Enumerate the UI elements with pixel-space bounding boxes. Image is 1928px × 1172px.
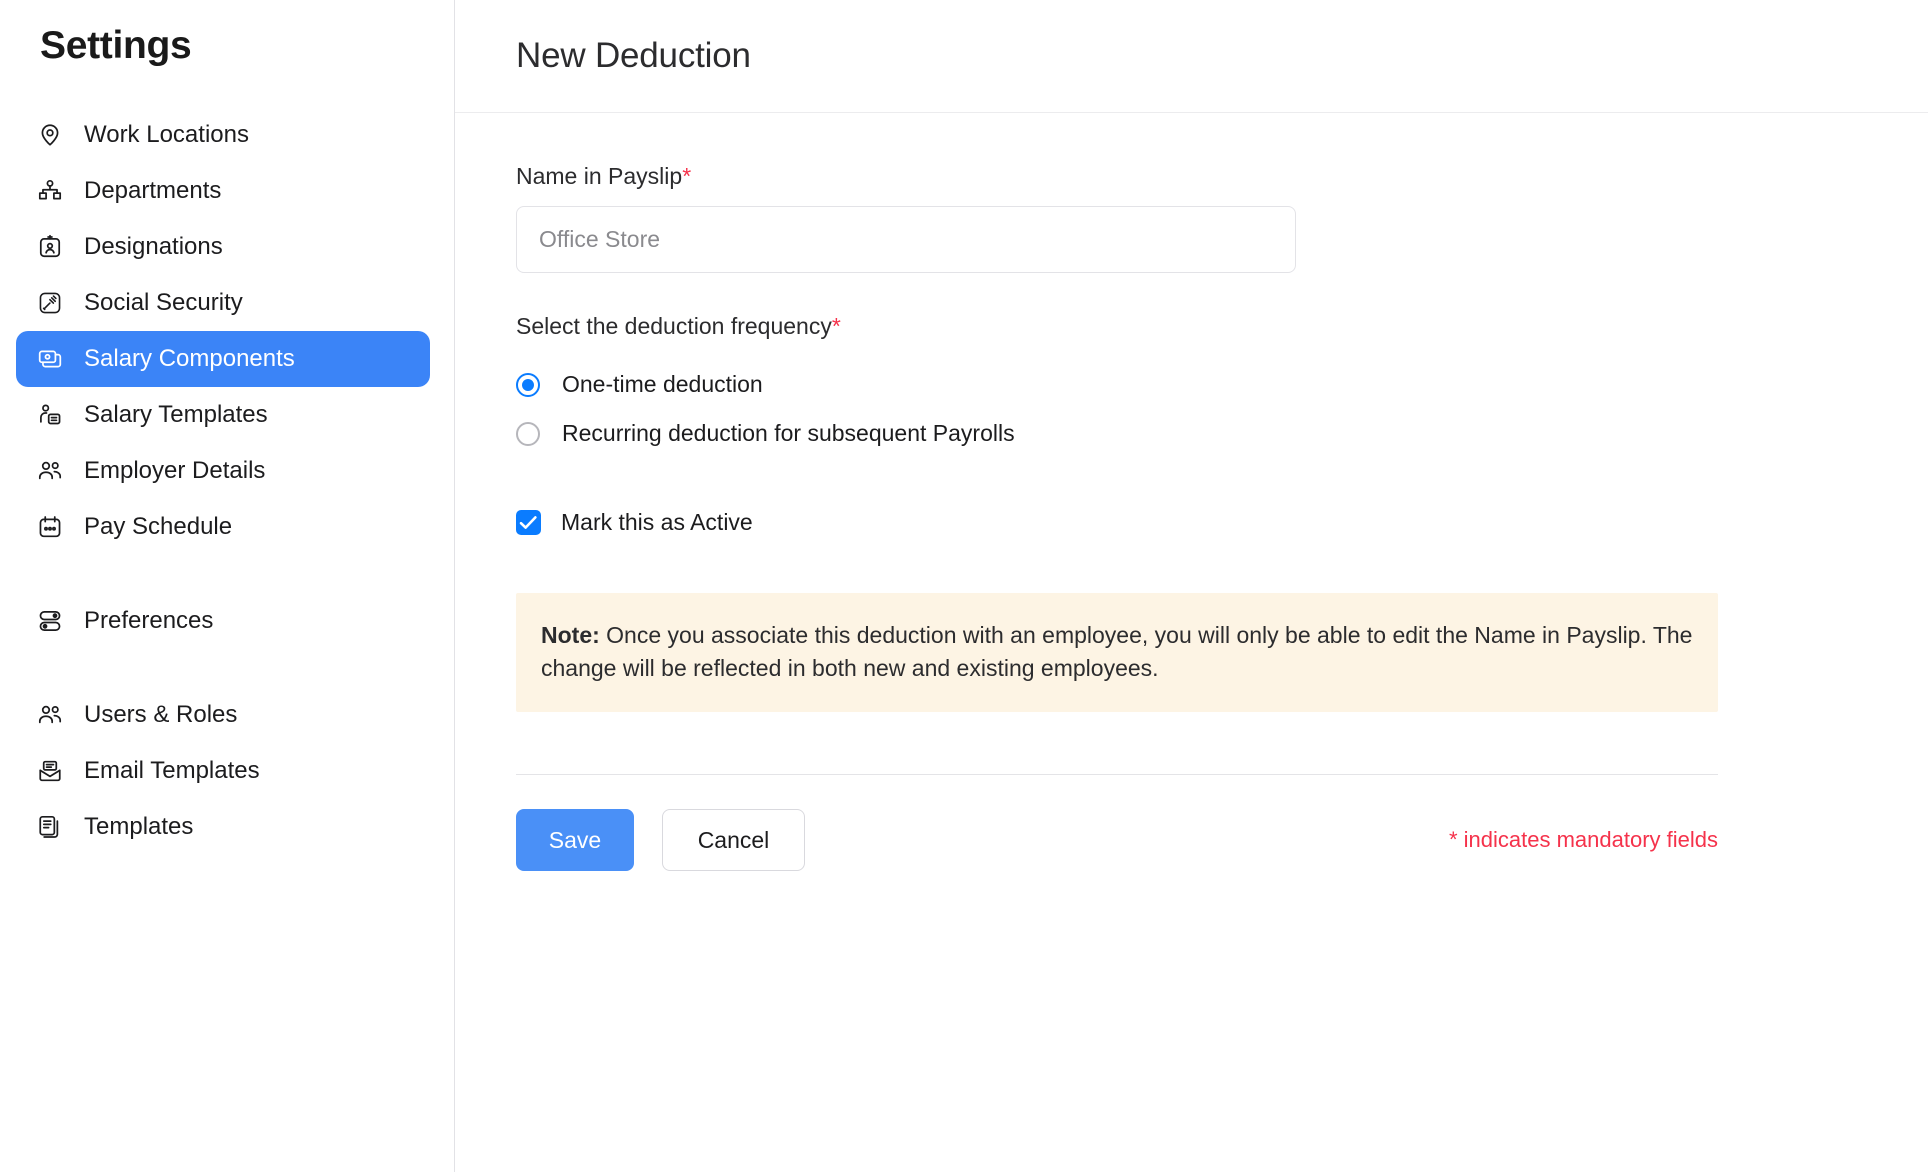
sidebar-item-label: Pay Schedule bbox=[84, 513, 233, 540]
sidebar-item-users-roles[interactable]: Users & Roles bbox=[16, 687, 430, 743]
check-icon bbox=[519, 516, 537, 529]
gavel-icon bbox=[36, 289, 64, 317]
checkbox-indicator-checked[interactable] bbox=[516, 510, 541, 535]
open-envelope-icon bbox=[36, 757, 64, 785]
sidebar-item-label: Employer Details bbox=[84, 457, 266, 484]
sidebar-item-pay-schedule[interactable]: Pay Schedule bbox=[16, 499, 430, 555]
id-badge-icon bbox=[36, 233, 64, 261]
sidebar-item-label: Departments bbox=[84, 177, 222, 204]
sidebar-item-email-templates[interactable]: Email Templates bbox=[16, 743, 430, 799]
radio-one-time-deduction[interactable]: One-time deduction bbox=[516, 364, 1928, 405]
deduction-frequency-label-text: Select the deduction frequency bbox=[516, 313, 832, 339]
actions-divider bbox=[516, 774, 1718, 776]
sidebar-group-separator-2 bbox=[16, 649, 430, 687]
sidebar-item-label: Preferences bbox=[84, 607, 214, 634]
new-deduction-form: Name in Payslip* Select the deduction fr… bbox=[455, 113, 1928, 872]
radio-recurring-deduction[interactable]: Recurring deduction for subsequent Payro… bbox=[516, 413, 1928, 454]
required-asterisk: * bbox=[831, 313, 841, 339]
sidebar-item-label: Users & Roles bbox=[84, 701, 238, 728]
users-icon bbox=[36, 457, 64, 485]
sidebar-item-label: Salary Templates bbox=[84, 401, 268, 428]
checkbox-mark-as-active[interactable]: Mark this as Active bbox=[516, 502, 1928, 543]
settings-page: Settings Work Locations Departments Desi… bbox=[0, 0, 1928, 1172]
radio-label: One-time deduction bbox=[562, 371, 763, 397]
cancel-button[interactable]: Cancel bbox=[662, 809, 805, 872]
deduction-frequency-label: Select the deduction frequency* bbox=[516, 313, 841, 340]
sidebar-item-preferences[interactable]: Preferences bbox=[16, 593, 430, 649]
name-in-payslip-input[interactable] bbox=[516, 206, 1296, 273]
radio-label: Recurring deduction for subsequent Payro… bbox=[562, 420, 1015, 446]
org-chart-icon bbox=[36, 177, 64, 205]
sidebar-item-label: Salary Components bbox=[84, 345, 295, 372]
note-banner: Note: Once you associate this deduction … bbox=[516, 593, 1718, 713]
sidebar-item-work-locations[interactable]: Work Locations bbox=[16, 107, 430, 163]
page-header: New Deduction bbox=[455, 0, 1928, 113]
sidebar-item-label: Templates bbox=[84, 813, 194, 840]
main-content: New Deduction Name in Payslip* Select th… bbox=[455, 0, 1928, 1172]
name-in-payslip-label: Name in Payslip* bbox=[516, 163, 691, 190]
sidebar-group-separator bbox=[16, 555, 430, 593]
note-body: Once you associate this deduction with a… bbox=[541, 622, 1693, 681]
page-title: New Deduction bbox=[516, 36, 751, 75]
map-pin-icon bbox=[36, 121, 64, 149]
required-asterisk: * bbox=[682, 163, 692, 189]
toggles-icon bbox=[36, 607, 64, 635]
settings-sidebar: Settings Work Locations Departments Desi… bbox=[0, 0, 455, 1172]
name-in-payslip-label-text: Name in Payslip bbox=[516, 163, 683, 189]
sidebar-item-templates[interactable]: Templates bbox=[16, 799, 430, 855]
checkbox-label: Mark this as Active bbox=[561, 509, 753, 535]
radio-indicator-unselected[interactable] bbox=[516, 421, 540, 446]
mandatory-fields-note: * indicates mandatory fields bbox=[1448, 827, 1718, 853]
sidebar-item-salary-templates[interactable]: Salary Templates bbox=[16, 387, 430, 443]
save-button[interactable]: Save bbox=[516, 809, 634, 872]
form-actions: Save Cancel * indicates mandatory fields bbox=[516, 809, 1718, 872]
sidebar-item-social-security[interactable]: Social Security bbox=[16, 275, 430, 331]
sidebar-item-label: Designations bbox=[84, 233, 223, 260]
radio-indicator-selected[interactable] bbox=[516, 372, 540, 397]
sidebar-item-label: Work Locations bbox=[84, 121, 249, 148]
users-icon bbox=[36, 701, 64, 729]
sidebar-title: Settings bbox=[40, 24, 192, 67]
sidebar-item-departments[interactable]: Departments bbox=[16, 163, 430, 219]
note-prefix: Note: bbox=[541, 622, 600, 648]
documents-icon bbox=[36, 813, 64, 841]
note-text: Note: Once you associate this deduction … bbox=[541, 619, 1693, 684]
sidebar-item-salary-components[interactable]: Salary Components bbox=[16, 331, 430, 387]
sidebar-item-label: Social Security bbox=[84, 289, 243, 316]
sidebar-item-label: Email Templates bbox=[84, 757, 260, 784]
sidebar-nav: Work Locations Departments Designations … bbox=[0, 107, 454, 855]
person-document-icon bbox=[36, 401, 64, 429]
sidebar-item-employer-details[interactable]: Employer Details bbox=[16, 443, 430, 499]
sidebar-item-designations[interactable]: Designations bbox=[16, 219, 430, 275]
calendar-dots-icon bbox=[36, 513, 64, 541]
salary-cards-icon bbox=[36, 345, 64, 373]
